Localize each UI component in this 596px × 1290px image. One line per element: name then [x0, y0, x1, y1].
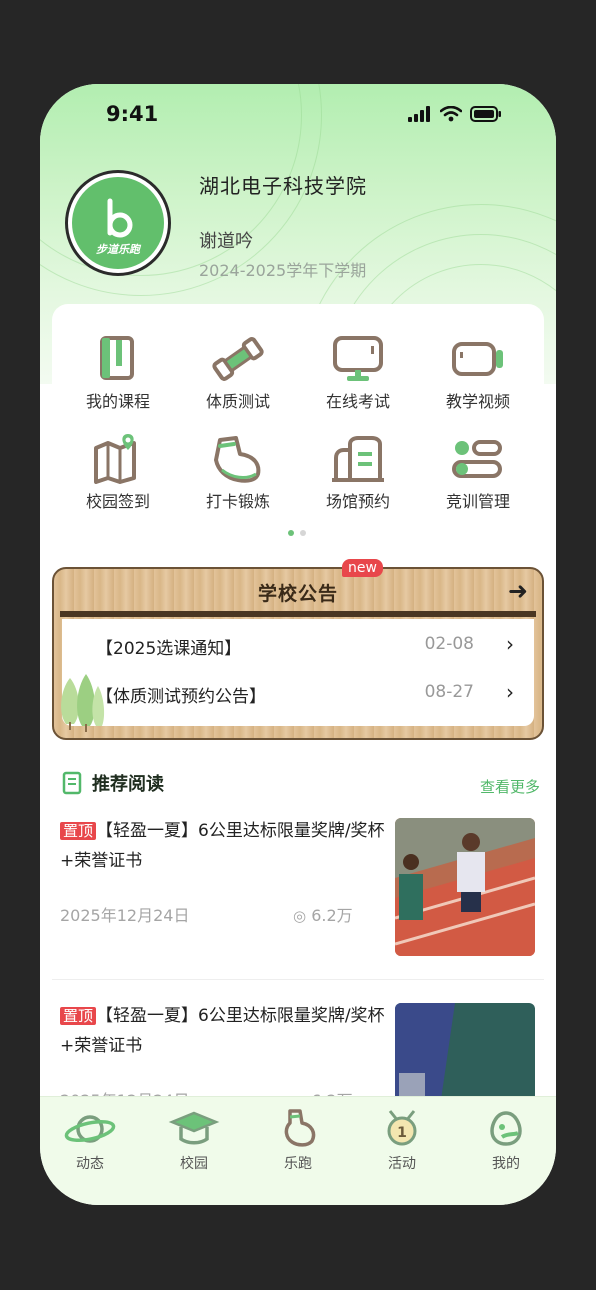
tab-activity[interactable]: 1 活动 [352, 1109, 452, 1173]
status-icons [408, 106, 502, 122]
school-name: 湖北电子科技学院 [199, 174, 367, 198]
page-dot-active[interactable] [288, 530, 294, 536]
logo-circle: 步道乐跑 [72, 177, 164, 269]
notice-item-text: 【2025选课通知】 [96, 639, 242, 659]
school-notice-board: 学校公告 new ➜ 【2025选课通知】 02-08 › 【体质测试预约公告】… [52, 559, 544, 740]
menu-label: 体质测试 [205, 392, 270, 411]
notice-item[interactable]: 【2025选课通知】 02-08 › [96, 632, 514, 664]
menu-item-exercise-checkin[interactable]: 打卡锻炼 [178, 434, 298, 512]
tab-run[interactable]: 乐跑 [248, 1109, 348, 1173]
article-title: 置顶 【轻盈一夏】6公里达标限量奖牌/奖杯+荣誉证书 [60, 816, 385, 876]
menu-item-fitness-test[interactable]: 体质测试 [178, 334, 298, 412]
menu-label: 我的课程 [85, 392, 150, 411]
term-label: 2024-2025学年下学期 [199, 261, 367, 280]
article-item[interactable]: 置顶【轻盈一夏】6公里达标限量奖牌/奖杯+荣誉证书 2025年12月24日 ◎ … [40, 816, 556, 966]
menu-label: 教学视频 [445, 392, 510, 411]
school-logo-avatar[interactable]: 步道乐跑 [65, 170, 171, 276]
open-book-icon [62, 771, 82, 795]
battery-icon [470, 106, 501, 122]
page-indicator [288, 530, 306, 536]
page-dot[interactable] [300, 530, 306, 536]
notice-item[interactable]: 【体质测试预约公告】 08-27 › [96, 680, 514, 712]
pinned-tag: 置顶 [60, 822, 97, 840]
chevron-right-icon: › [506, 632, 514, 656]
toggle-list-icon [452, 440, 502, 478]
medal-icon: 1 [387, 1110, 417, 1146]
notice-item-date: 08-27 [424, 682, 474, 702]
eye-icon: ◎ [293, 907, 307, 925]
article-views: ◎ 6.2万 [293, 902, 353, 926]
menu-label: 场馆预约 [325, 492, 390, 511]
article-title: 置顶 【轻盈一夏】6公里达标限量奖牌/奖杯+荣誉证书 [60, 1001, 385, 1061]
menu-label: 打卡锻炼 [205, 492, 270, 511]
tab-mine[interactable]: 我的 [456, 1109, 556, 1173]
menu-item-venue-booking[interactable]: 场馆预约 [298, 434, 418, 512]
notice-title: 学校公告 [257, 583, 338, 605]
monitor-icon [333, 336, 383, 381]
wifi-icon [440, 106, 462, 122]
logo-text: 步道乐跑 [96, 243, 140, 256]
signal-icon [408, 106, 430, 122]
notice-item-date: 02-08 [424, 634, 474, 654]
chevron-right-icon: › [506, 680, 514, 704]
video-camera-icon [452, 342, 503, 376]
notice-more-arrow-icon[interactable]: ➜ [508, 577, 528, 605]
user-name: 谢道吟 [199, 231, 253, 252]
tab-feed[interactable]: 动态 [40, 1109, 140, 1173]
article-title-text: 【轻盈一夏】6公里达标限量奖牌/奖杯+荣誉证书 [60, 1006, 385, 1056]
menu-item-my-courses[interactable]: 我的课程 [58, 334, 178, 412]
phone-screen: 9:41 步道乐跑 湖北电子科技学院 谢道吟 2024-2025学年下学期 我的… [40, 84, 556, 1205]
view-more-link[interactable]: 查看更多 [480, 776, 540, 797]
article-date: 2025年12月24日 [60, 906, 190, 925]
menu-item-teaching-video[interactable]: 教学视频 [418, 334, 538, 412]
profile-egg-icon [490, 1111, 522, 1146]
graduation-cap-icon [168, 1111, 220, 1145]
book-icon [100, 336, 134, 380]
status-time: 9:41 [106, 102, 159, 126]
map-pin-icon [94, 434, 136, 484]
sneaker-icon [214, 436, 261, 483]
dumbbell-icon [212, 337, 264, 381]
article-title-text: 【轻盈一夏】6公里达标限量奖牌/奖杯+荣誉证书 [60, 821, 385, 871]
planet-icon [64, 1115, 116, 1143]
runners-image [395, 818, 535, 956]
building-icon [332, 436, 384, 482]
tab-label: 动态 [76, 1156, 104, 1172]
pinned-tag: 置顶 [60, 1007, 97, 1025]
tab-label: 我的 [492, 1156, 520, 1172]
menu-item-training-management[interactable]: 竞训管理 [418, 434, 538, 512]
bottom-tab-bar: 动态 校园 乐跑 1 活动 我的 [40, 1096, 556, 1205]
running-shoe-icon [284, 1109, 316, 1147]
menu-item-online-exam[interactable]: 在线考试 [298, 334, 418, 412]
article-thumbnail [395, 818, 535, 956]
menu-item-campus-checkin[interactable]: 校园签到 [58, 434, 178, 512]
menu-label: 在线考试 [325, 392, 390, 411]
section-title-text: 推荐阅读 [92, 774, 164, 795]
list-divider [52, 979, 544, 980]
menu-label: 校园签到 [85, 492, 150, 511]
tab-label: 校园 [180, 1156, 208, 1172]
feature-menu-card: 我的课程 体质测试 在线考试 教学视频 校园签到 打卡锻炼 场馆预约 竞训管理 [52, 304, 544, 554]
notice-shelf-bar [60, 611, 536, 617]
views-count: 6.2万 [311, 906, 353, 925]
new-badge: new [342, 559, 383, 577]
tab-campus[interactable]: 校园 [144, 1109, 244, 1173]
tab-label: 乐跑 [284, 1156, 312, 1172]
notice-item-text: 【体质测试预约公告】 [96, 687, 266, 707]
notice-list: 【2025选课通知】 02-08 › 【体质测试预约公告】 08-27 › [61, 619, 534, 732]
tab-label: 活动 [388, 1156, 416, 1172]
svg-text:1: 1 [397, 1125, 407, 1141]
menu-label: 竞训管理 [445, 492, 510, 511]
section-title-reading: 推荐阅读 [62, 770, 164, 796]
